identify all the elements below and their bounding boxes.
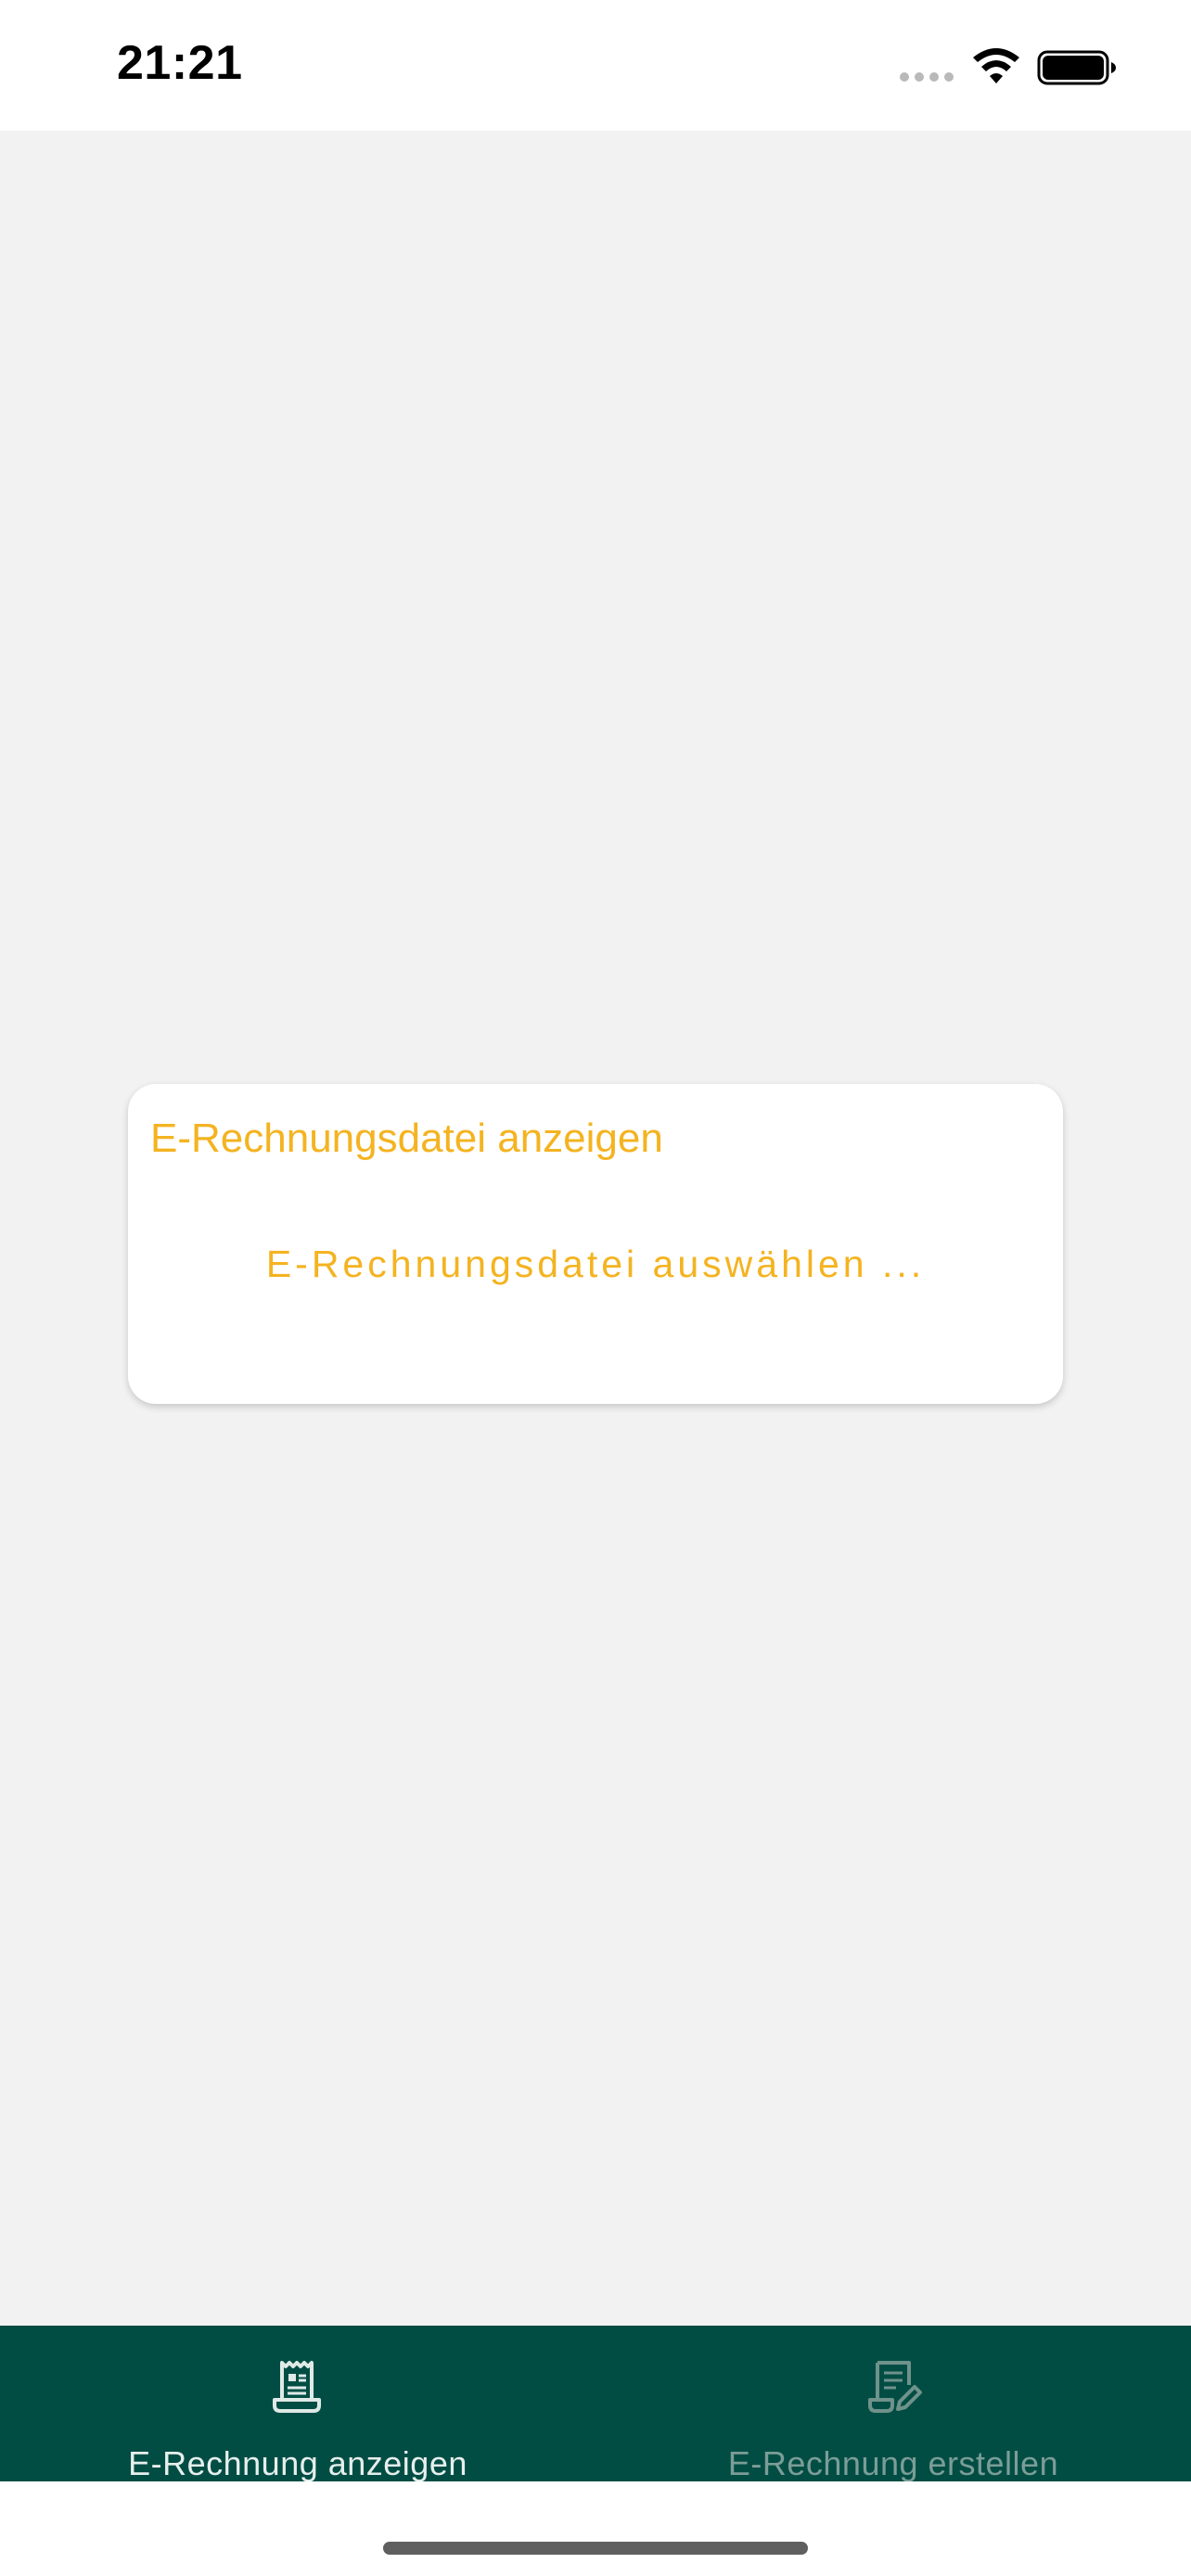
battery-icon bbox=[1037, 50, 1116, 85]
receipt-icon bbox=[273, 2361, 321, 2413]
status-bar: 21:21 bbox=[0, 0, 1191, 131]
wifi-icon bbox=[973, 48, 1019, 83]
home-indicator[interactable] bbox=[383, 2542, 808, 2555]
cellular-signal-icon bbox=[900, 72, 954, 82]
bottom-navigation: E-Rechnung anzeigen E-Rechnung erstellen bbox=[0, 2326, 1191, 2482]
card-title: E-Rechnungsdatei anzeigen bbox=[150, 1116, 663, 1161]
home-indicator-area bbox=[0, 2481, 1191, 2576]
view-invoice-card: E-Rechnungsdatei anzeigen E-Rechnungsdat… bbox=[128, 1084, 1063, 1404]
nav-label-create-invoice: E-Rechnung erstellen bbox=[727, 2444, 1059, 2482]
nav-item-view-invoice[interactable]: E-Rechnung anzeigen bbox=[0, 2326, 596, 2482]
nav-item-create-invoice[interactable]: E-Rechnung erstellen bbox=[596, 2326, 1191, 2482]
nav-label-view-invoice: E-Rechnung anzeigen bbox=[128, 2444, 467, 2482]
status-time: 21:21 bbox=[117, 36, 243, 90]
edit-document-icon bbox=[868, 2361, 922, 2413]
select-invoice-file-button[interactable]: E-Rechnungsdatei auswählen ... bbox=[128, 1242, 1063, 1287]
